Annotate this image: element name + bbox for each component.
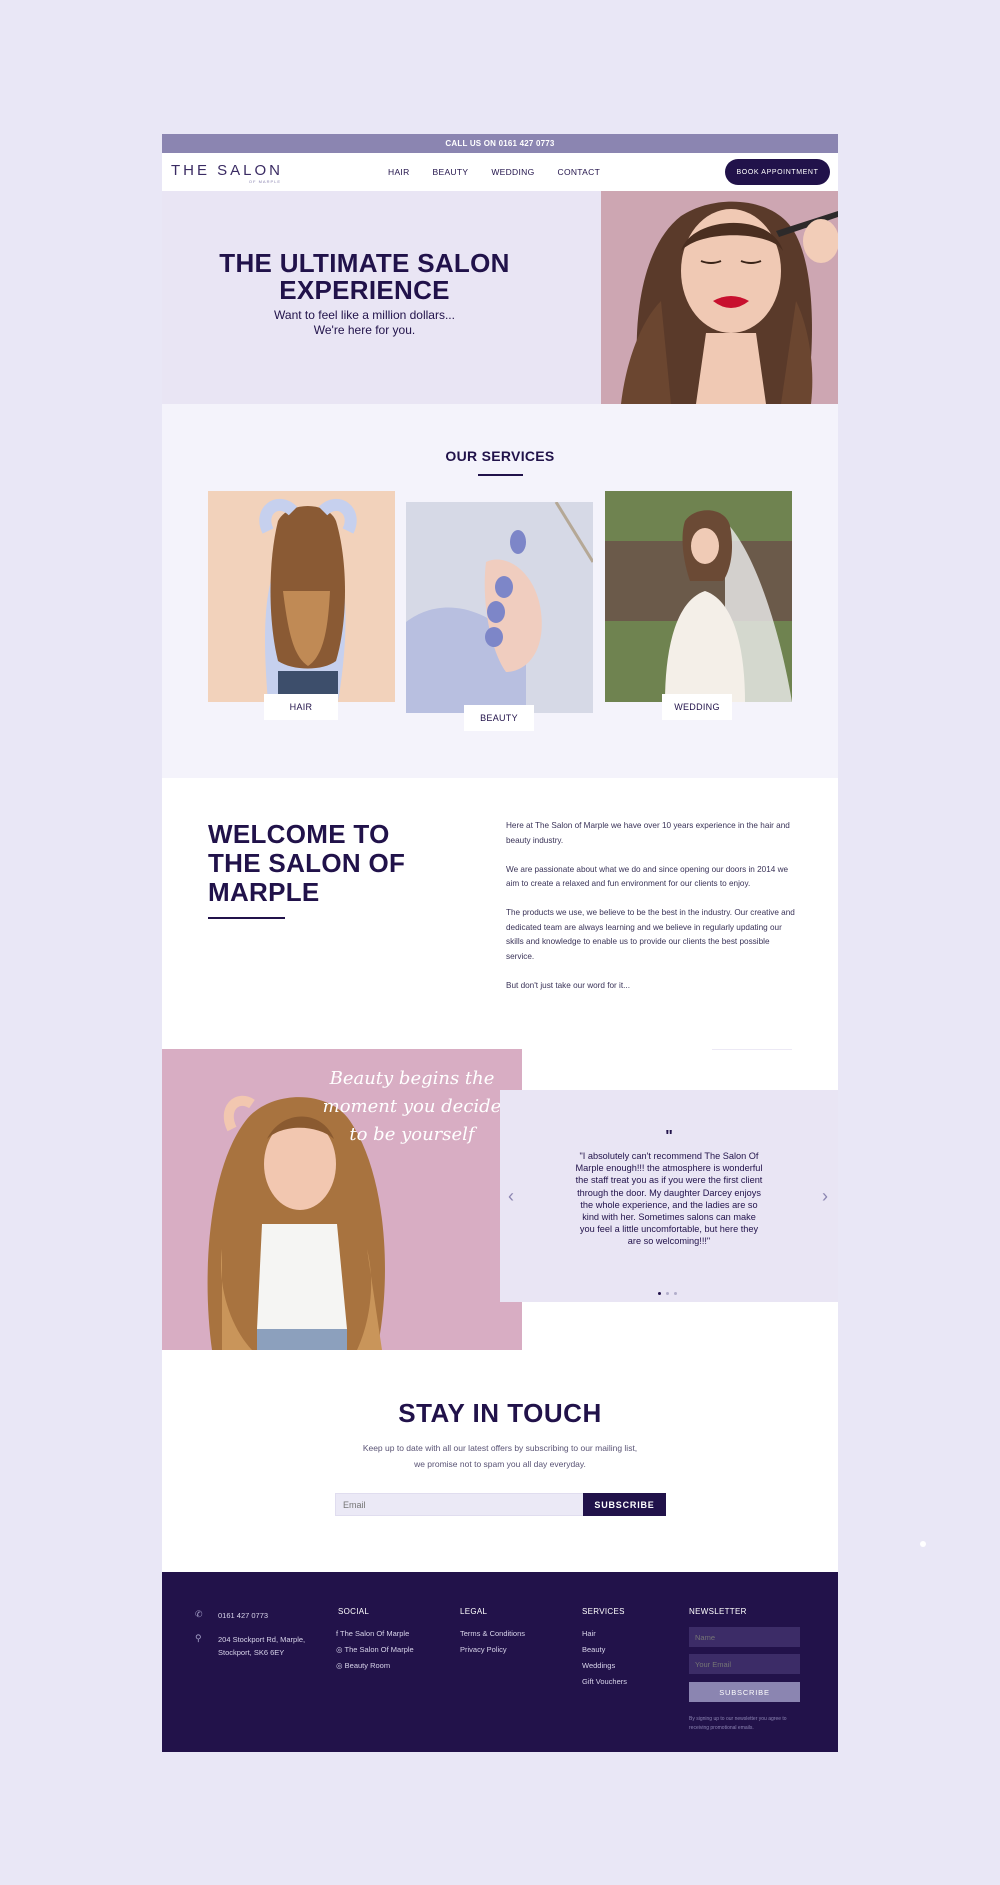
footer-social-instagram[interactable]: ◎ The Salon Of Marple (336, 1645, 414, 1655)
testimonial-slider: " "I absolutely can't recommend The Salo… (500, 1090, 838, 1302)
hero-section: THE ULTIMATE SALON EXPERIENCE Want to fe… (162, 191, 838, 404)
footer-social-instagram-label: The Salon Of Marple (344, 1645, 414, 1654)
site-header: THE SALON OF MARPLE HAIR BEAUTY WEDDING … (162, 153, 838, 191)
footer-newsletter-heading: NEWSLETTER (689, 1607, 747, 1616)
phone-icon: ✆ (195, 1609, 203, 1619)
slider-dot[interactable] (658, 1292, 661, 1295)
welcome-divider (208, 917, 285, 919)
wedding-photo (605, 491, 792, 702)
welcome-paragraph: But don't just take our word for it... (506, 980, 630, 990)
decorative-line (712, 1049, 792, 1050)
page: CALL US ON 0161 427 0773 THE SALON OF MA… (162, 134, 838, 1752)
footer-legal-heading: LEGAL (460, 1607, 488, 1616)
footer-address: 204 Stockport Rd, Marple, Stockport, SK6… (218, 1633, 305, 1659)
slider-dots (658, 1292, 677, 1295)
nails-photo (406, 502, 593, 713)
footer-address-line2: Stockport, SK6 6EY (218, 1648, 285, 1657)
instagram-icon: ◎ (336, 1645, 345, 1654)
footer-social-heading: SOCIAL (338, 1607, 370, 1616)
nav-beauty[interactable]: BEAUTY (433, 167, 469, 177)
quote-script: Beauty begins the moment you decide to b… (317, 1065, 507, 1149)
footer-social-beauty-label: Beauty Room (344, 1661, 391, 1670)
hair-photo (208, 491, 395, 702)
welcome-title: WELCOME TO THE SALON OF MARPLE (208, 819, 406, 907)
newsletter-subtitle-line1: Keep up to date with all our latest offe… (362, 1443, 638, 1453)
footer-service-beauty[interactable]: Beauty (582, 1645, 605, 1655)
hero-woman-illustration (601, 191, 838, 404)
hero-subtitle: Want to feel like a million dollars... W… (202, 308, 527, 338)
quote-script-line1: Beauty begins the (329, 1068, 495, 1089)
quote-script-line3: to be yourself (349, 1124, 475, 1145)
welcome-section: WELCOME TO THE SALON OF MARPLE Here at T… (162, 778, 838, 1048)
footer-social-facebook-label: The Salon Of Marple (340, 1629, 410, 1638)
slider-prev-arrow-icon[interactable]: ‹ (508, 1186, 514, 1207)
location-pin-icon: ⚲ (195, 1633, 202, 1643)
hero-subtitle-line1: Want to feel like a million dollars... (274, 308, 455, 322)
newsletter-title: STAY IN TOUCH (398, 1398, 602, 1428)
nav-wedding[interactable]: WEDDING (491, 167, 534, 177)
service-label-wedding[interactable]: WEDDING (662, 694, 732, 720)
welcome-text: Here at The Salon of Marple we have over… (506, 819, 798, 1008)
floating-dot (920, 1541, 926, 1547)
newsletter-subtitle-line2: we promise not to spam you all day every… (414, 1459, 586, 1469)
book-appointment-button[interactable]: BOOK APPOINTMENT (725, 159, 830, 185)
services-section: OUR SERVICES HAIR BEAUTY WEDDING (162, 404, 838, 778)
logo-text: THE SALON (171, 162, 284, 179)
footer-address-line1: 204 Stockport Rd, Marple, (218, 1635, 306, 1644)
site-footer: ✆ 0161 427 0773 ⚲ 204 Stockport Rd, Marp… (162, 1572, 838, 1752)
footer-subscribe-button[interactable]: SUBSCRIBE (689, 1682, 800, 1702)
footer-newsletter-disclaimer: By signing up to our newsletter you agre… (689, 1716, 787, 1731)
testimonial-text: "I absolutely can't recommend The Salon … (575, 1151, 763, 1247)
slider-dot[interactable] (674, 1292, 677, 1295)
newsletter-email-input[interactable] (335, 1493, 585, 1516)
welcome-paragraph: Here at The Salon of Marple we have over… (506, 821, 790, 845)
footer-services-heading: SERVICES (582, 1607, 625, 1616)
welcome-paragraph: We are passionate about what we do and s… (506, 864, 789, 889)
footer-service-weddings[interactable]: Weddings (582, 1661, 615, 1671)
footer-email-input[interactable] (689, 1654, 800, 1674)
hero-title: THE ULTIMATE SALON EXPERIENCE (219, 248, 510, 305)
main-nav: HAIR BEAUTY WEDDING CONTACT (388, 153, 623, 191)
service-card-hair[interactable] (208, 491, 395, 702)
services-divider (478, 474, 523, 476)
slider-dot[interactable] (666, 1292, 669, 1295)
footer-terms-link[interactable]: Terms & Conditions (460, 1629, 525, 1639)
footer-service-hair[interactable]: Hair (582, 1629, 596, 1639)
site-logo[interactable]: THE SALON OF MARPLE (171, 162, 284, 184)
service-label-beauty[interactable]: BEAUTY (464, 705, 534, 731)
quote-script-line2: moment you decide (322, 1096, 502, 1117)
footer-social-facebook[interactable]: f The Salon Of Marple (336, 1629, 409, 1639)
hero-subtitle-line2: We're here for you. (313, 323, 416, 337)
slider-next-arrow-icon[interactable]: › (822, 1186, 828, 1207)
footer-name-input[interactable] (689, 1627, 800, 1647)
beauty-quote-photo: Beauty begins the moment you decide to b… (162, 1049, 522, 1350)
footer-phone[interactable]: 0161 427 0773 (218, 1609, 268, 1622)
quote-mark-icon: " (665, 1128, 673, 1145)
instagram-icon: ◎ (336, 1661, 345, 1670)
service-card-beauty[interactable] (406, 502, 593, 713)
call-us-bar[interactable]: CALL US ON 0161 427 0773 (162, 134, 838, 153)
services-title: OUR SERVICES (445, 448, 555, 464)
footer-privacy-link[interactable]: Privacy Policy (460, 1645, 507, 1655)
footer-social-instagram-beauty[interactable]: ◎ Beauty Room (336, 1661, 390, 1671)
welcome-paragraph: The products we use, we believe to be th… (506, 908, 795, 961)
newsletter-subtitle: Keep up to date with all our latest offe… (162, 1440, 838, 1472)
service-card-wedding[interactable] (605, 491, 792, 702)
service-label-hair[interactable]: HAIR (264, 694, 338, 720)
footer-service-gift-vouchers[interactable]: Gift Vouchers (582, 1677, 627, 1687)
nav-hair[interactable]: HAIR (388, 167, 410, 177)
logo-subtext: OF MARPLE (248, 179, 282, 184)
newsletter-subscribe-button[interactable]: SUBSCRIBE (583, 1493, 666, 1516)
nav-contact[interactable]: CONTACT (558, 167, 601, 177)
hero-woman-photo (601, 191, 838, 404)
